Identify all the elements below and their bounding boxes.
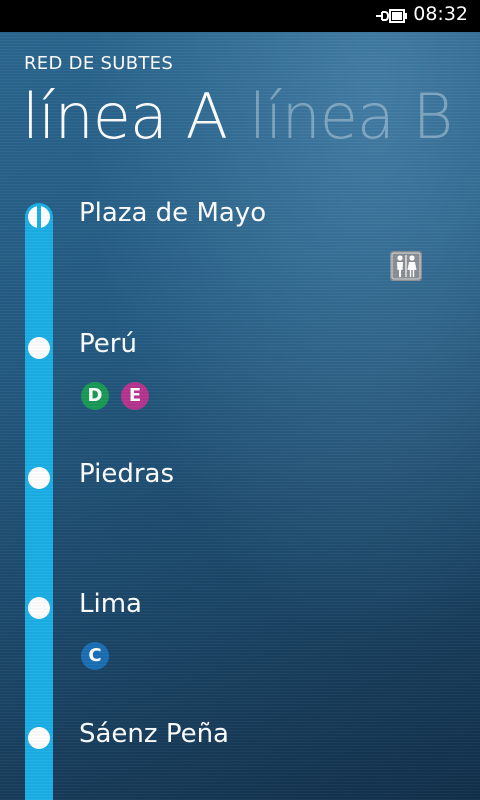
connection-badge-line-e: E [121,382,149,410]
station-saenz-pena[interactable]: Sáenz Peña [79,719,229,749]
line-track [25,203,53,800]
station-peru[interactable]: Perú [79,329,137,359]
pivot-tab-linea-b[interactable]: línea B [249,80,453,153]
station-marker [28,467,50,489]
station-marker [28,597,50,619]
pivot-tab-linea-a[interactable]: línea A [22,80,228,153]
battery-charging-icon [376,9,407,23]
station-lima[interactable]: Lima [79,589,142,619]
app-content[interactable]: RED DE SUBTES línea A línea B Plaza de Ma… [0,32,480,800]
pivot-header-row[interactable]: línea A línea B [22,80,474,153]
station-piedras[interactable]: Piedras [79,459,174,489]
station-marker-terminal [28,206,50,228]
station-plaza-de-mayo[interactable]: Plaza de Mayo [79,198,266,228]
app-title: RED DE SUBTES [24,53,174,74]
clock: 08:32 [413,3,468,25]
connection-badge-line-c: C [81,642,109,670]
station-marker [28,337,50,359]
connection-badge-line-d: D [81,382,109,410]
status-bar: 08:32 [0,0,480,32]
station-marker [28,727,50,749]
restroom-icon [390,251,422,281]
